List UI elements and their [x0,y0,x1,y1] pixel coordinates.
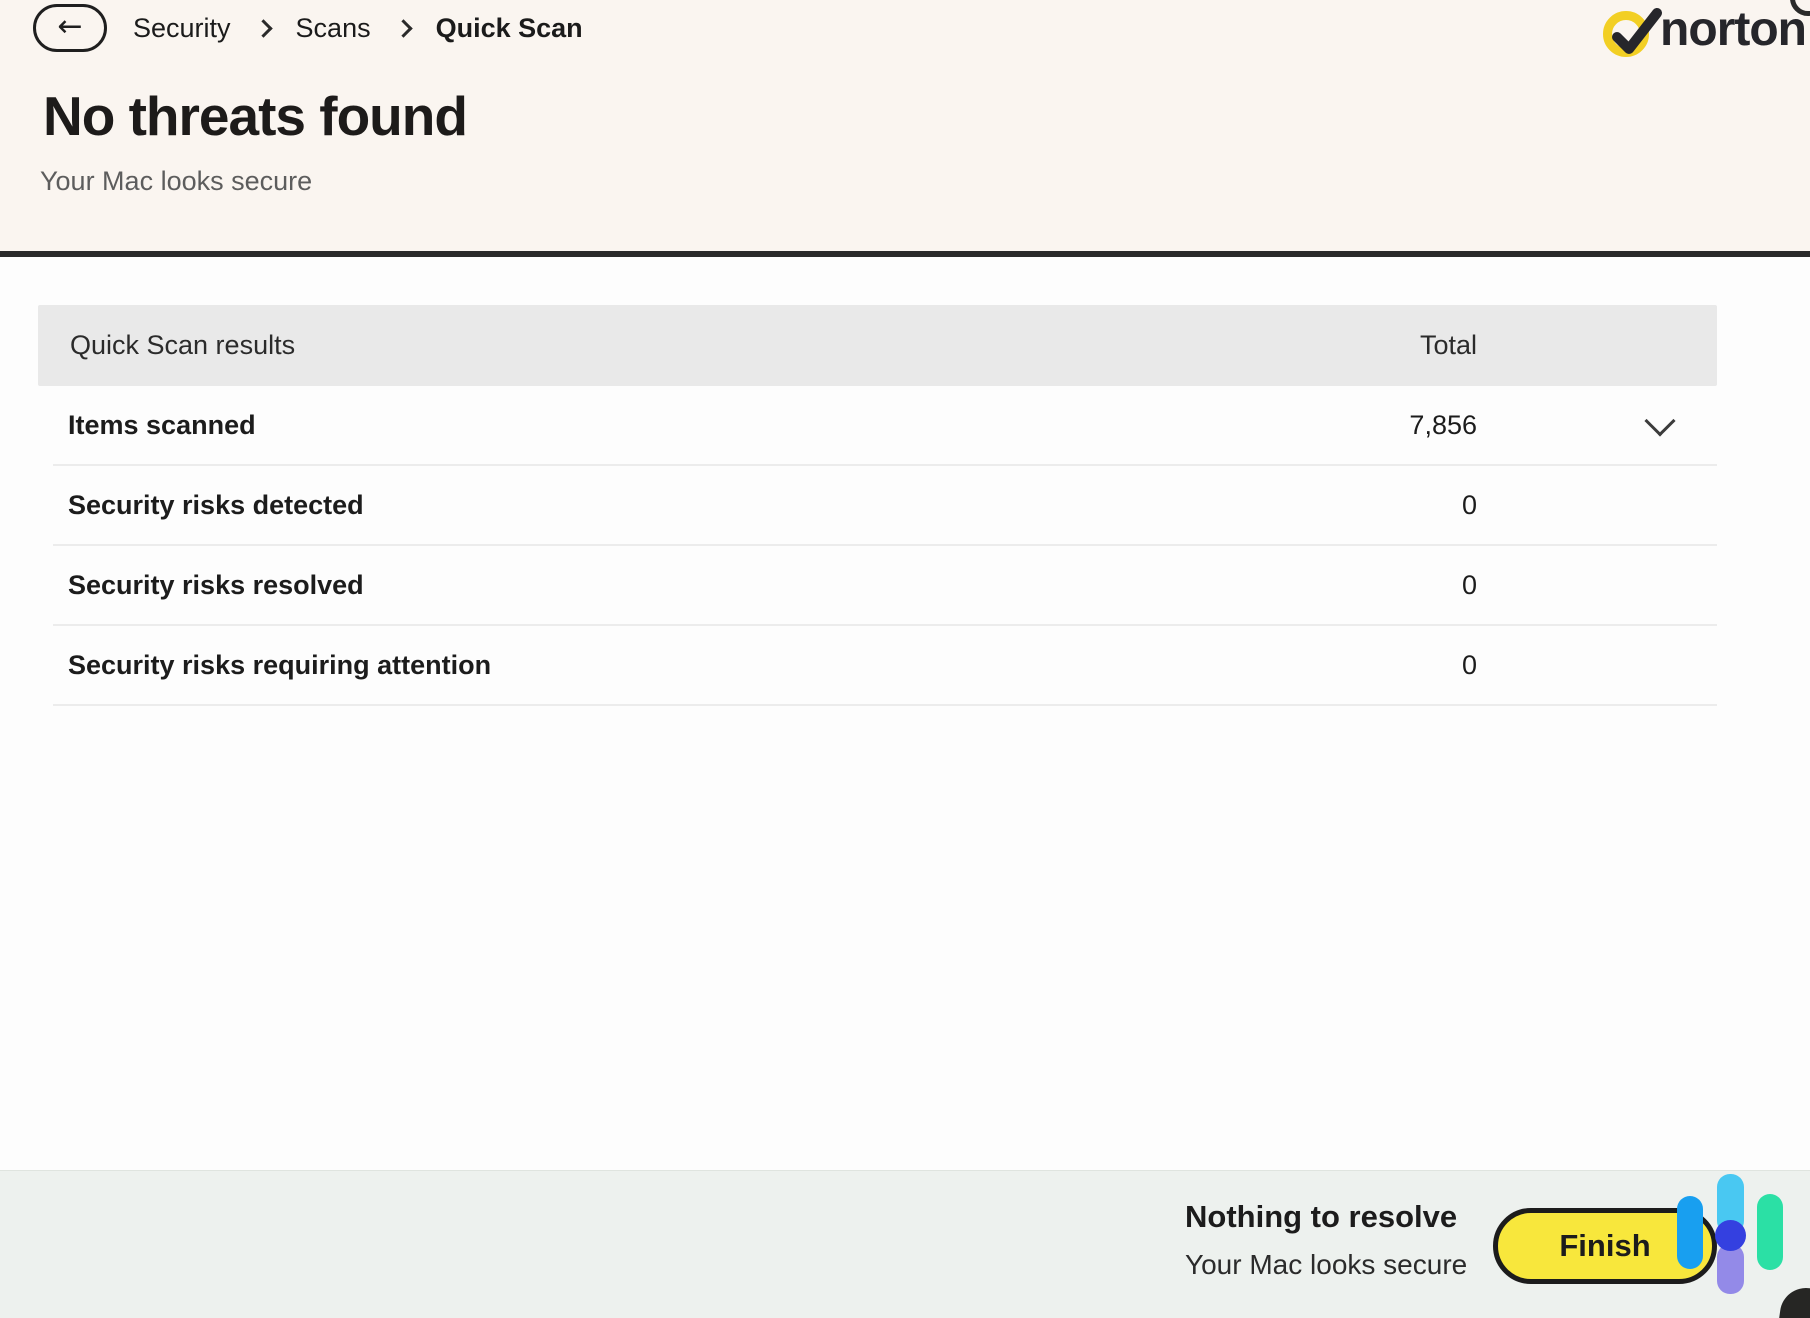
row-label: Security risks resolved [68,570,364,601]
row-value: 7,856 [1409,410,1477,441]
footer-status-subtitle: Your Mac looks secure [1185,1249,1467,1281]
norton-quick-scan-window: ← Security Scans Quick Scan norton No th… [0,0,1810,1318]
table-row-items-scanned[interactable]: Items scanned 7,856 [53,386,1717,466]
footer-status-title: Nothing to resolve [1185,1199,1467,1235]
norton-check-icon [1603,9,1651,57]
chevron-right-icon [254,19,272,37]
row-value: 0 [1462,650,1477,681]
page-title: No threats found [43,84,467,148]
table-header-row: Quick Scan results Total [38,305,1717,386]
finish-button[interactable]: Finish [1493,1208,1717,1284]
deco-bar-cyan [1717,1174,1744,1234]
row-value: 0 [1462,490,1477,521]
norton-logo: norton [1603,3,1806,57]
row-label: Security risks detected [68,490,364,521]
table-row-risks-detected: Security risks detected 0 [53,466,1717,546]
deco-dot-blue [1715,1220,1746,1251]
back-button[interactable]: ← [33,4,107,52]
scan-results-table: Quick Scan results Total Items scanned 7… [38,305,1717,706]
breadcrumb: ← Security Scans Quick Scan [33,0,583,56]
deco-bar-green [1757,1194,1783,1270]
deco-bar-purple [1717,1244,1744,1294]
breadcrumb-item-scans[interactable]: Scans [296,13,371,44]
breadcrumb-item-quick-scan: Quick Scan [436,13,583,44]
footer-bar: Nothing to resolve Your Mac looks secure… [0,1170,1810,1318]
breadcrumb-item-security[interactable]: Security [133,13,231,44]
table-header-title: Quick Scan results [70,330,295,361]
table-row-risks-requiring-attention: Security risks requiring attention 0 [53,626,1717,706]
table-row-risks-resolved: Security risks resolved 0 [53,546,1717,626]
header: ← Security Scans Quick Scan norton No th… [0,0,1810,257]
corner-swoosh-decoration [1777,1285,1810,1318]
row-value: 0 [1462,570,1477,601]
row-label: Items scanned [68,410,256,441]
page-subtitle: Your Mac looks secure [40,166,312,197]
chevron-right-icon [394,19,412,37]
row-label: Security risks requiring attention [68,650,491,681]
table-header-total: Total [1420,330,1477,361]
norton-wordmark: norton [1660,6,1806,54]
back-arrow-icon: ← [57,12,82,42]
chevron-down-icon[interactable] [1644,405,1675,436]
footer-status: Nothing to resolve Your Mac looks secure [1185,1199,1467,1281]
